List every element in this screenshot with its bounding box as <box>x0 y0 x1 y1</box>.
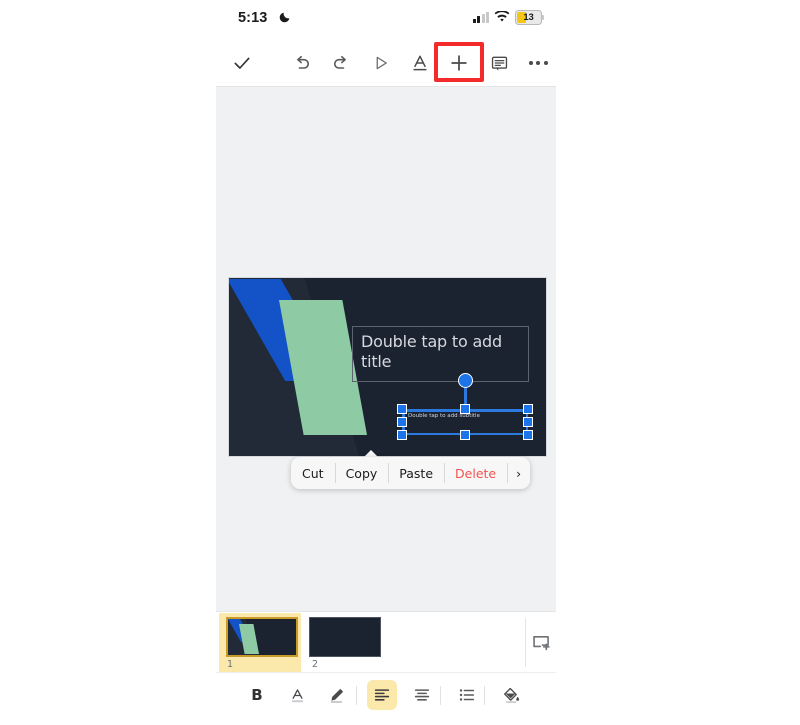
fill-color-button[interactable] <box>496 680 526 710</box>
selection-frame <box>397 373 533 440</box>
context-menu-paste[interactable]: Paste <box>388 457 444 489</box>
undo-button[interactable] <box>285 46 319 80</box>
insert-button[interactable] <box>442 46 476 80</box>
slide-editor[interactable]: Double tap to add title Double tap to ad… <box>229 278 546 456</box>
ellipsis-icon <box>528 61 548 65</box>
text-color-icon <box>291 688 303 702</box>
redo-button[interactable] <box>324 46 358 80</box>
crescent-moon-icon <box>279 12 290 23</box>
add-slide-button[interactable] <box>527 625 556 659</box>
add-slide-icon <box>533 635 550 650</box>
checkmark-icon <box>234 57 250 69</box>
toolbar-separator-2 <box>440 686 441 705</box>
battery-percentage: 13 <box>523 11 534 23</box>
done-checkmark-button[interactable] <box>225 46 259 80</box>
more-options-button[interactable] <box>521 46 555 80</box>
text-color-button[interactable] <box>282 680 312 710</box>
slide-2-number: 2 <box>312 659 319 670</box>
status-bar: 5:13 13 <box>216 0 556 40</box>
align-left-icon <box>374 689 390 701</box>
context-menu-delete[interactable]: Delete <box>444 457 507 489</box>
comment-icon <box>491 56 507 71</box>
resize-handle-top-left[interactable] <box>397 404 407 414</box>
present-button[interactable] <box>364 46 398 80</box>
cellular-signal-icon <box>472 11 489 23</box>
battery-indicator: 13 <box>515 9 545 25</box>
resize-handle-middle-left[interactable] <box>397 417 407 427</box>
rotation-handle[interactable] <box>458 373 473 388</box>
resize-handle-top-right[interactable] <box>523 404 533 414</box>
status-time: 5:13 <box>238 10 268 26</box>
plus-icon <box>451 55 467 71</box>
filmstrip-divider <box>525 618 526 667</box>
resize-handle-middle-right[interactable] <box>523 417 533 427</box>
status-indicators: 13 <box>472 9 545 25</box>
bold-label: B <box>251 686 263 704</box>
resize-handle-top-center[interactable] <box>460 404 470 414</box>
slide-1-thumbnail <box>226 617 298 657</box>
bold-button[interactable]: B <box>242 680 272 710</box>
slide-canvas[interactable]: Double tap to add title Double tap to ad… <box>216 86 556 611</box>
context-menu-copy[interactable]: Copy <box>334 457 389 489</box>
bulleted-list-icon <box>459 689 475 701</box>
text-format-icon <box>413 55 427 71</box>
toolbar-separator-1 <box>356 686 357 705</box>
filmstrip-slide-2[interactable]: 2 <box>304 613 382 672</box>
highlighter-pen-icon <box>330 688 343 703</box>
bulleted-list-button[interactable] <box>452 680 482 710</box>
align-center-icon <box>414 689 430 701</box>
context-menu: Cut Copy Paste Delete › <box>291 457 531 489</box>
paint-bucket-icon <box>503 687 519 703</box>
filmstrip-slide-1[interactable]: 1 <box>219 613 301 672</box>
undo-icon <box>297 55 310 69</box>
title-placeholder-box[interactable]: Double tap to add title <box>352 326 529 382</box>
context-menu-more-arrow-icon[interactable]: › <box>507 457 530 489</box>
slide-filmstrip: 1 2 <box>216 611 556 672</box>
phone-screen: 5:13 13 Double tap to add title Double t… <box>216 0 556 725</box>
top-toolbar <box>216 40 556 86</box>
comment-button[interactable] <box>482 46 516 80</box>
slide-1-number: 1 <box>227 659 234 670</box>
resize-handle-bottom-right[interactable] <box>523 430 533 440</box>
title-placeholder-text: Double tap to add title <box>361 332 502 371</box>
resize-handle-bottom-center[interactable] <box>460 430 470 440</box>
resize-handle-bottom-left[interactable] <box>397 430 407 440</box>
align-left-button[interactable] <box>367 680 397 710</box>
play-triangle-icon <box>376 56 387 70</box>
wifi-icon <box>494 11 510 22</box>
context-menu-cut[interactable]: Cut <box>291 457 335 489</box>
bottom-format-toolbar: B <box>216 672 556 725</box>
toolbar-separator-3 <box>484 686 485 705</box>
text-format-button[interactable] <box>403 46 437 80</box>
redo-icon <box>333 55 346 69</box>
slide-2-thumbnail <box>309 617 381 657</box>
align-center-button[interactable] <box>407 680 437 710</box>
highlighter-button[interactable] <box>321 680 351 710</box>
